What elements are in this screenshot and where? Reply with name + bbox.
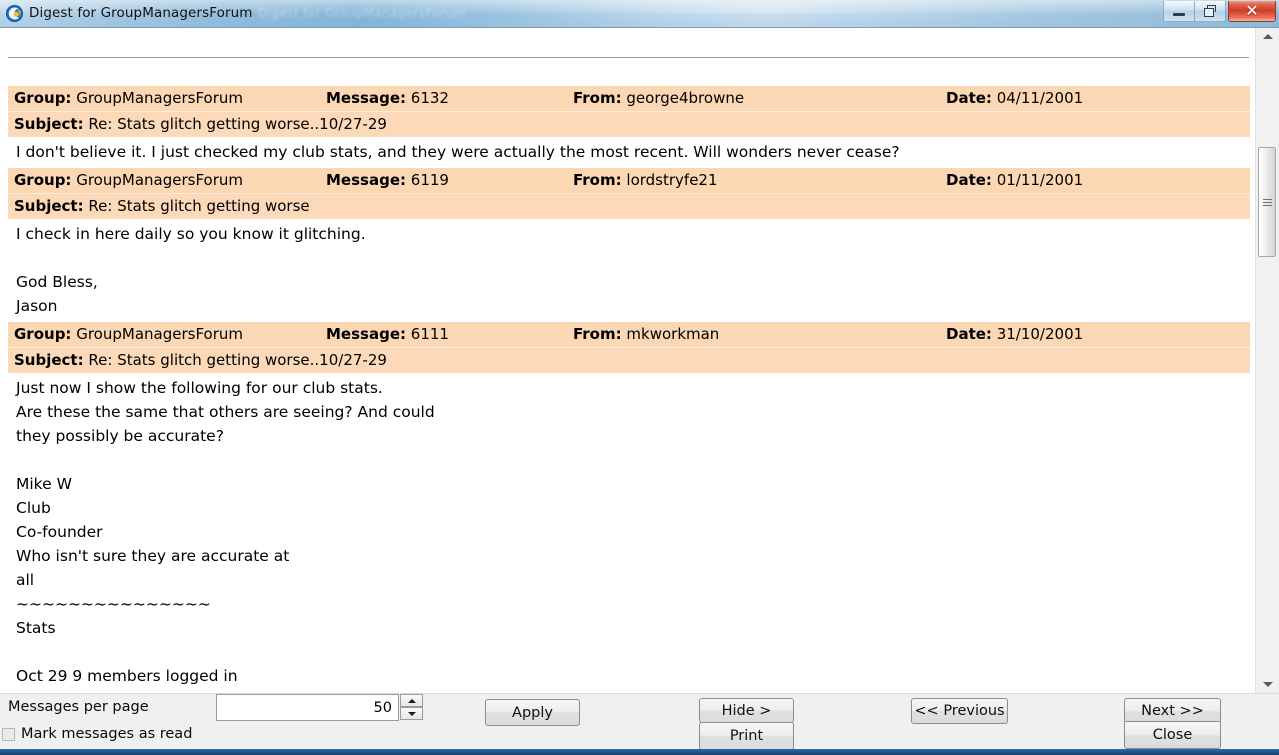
message-subject-row: Subject: Re: Stats glitch getting worse.…	[8, 111, 1250, 137]
label-message: Message:	[326, 171, 406, 189]
bottom-toolbar: Messages per page Mark messages as read …	[0, 693, 1279, 755]
restore-icon	[1203, 5, 1217, 17]
header-date: Date: 01/11/2001	[946, 168, 1083, 193]
label-message: Message:	[326, 325, 406, 343]
messages-per-page-label: Messages per page	[8, 699, 149, 715]
vertical-scrollbar[interactable]	[1255, 28, 1279, 693]
label-from: From:	[573, 325, 622, 343]
window-title: Digest for GroupManagersForum	[29, 5, 253, 21]
mark-messages-as-read-label: Mark messages as read	[21, 726, 193, 742]
label-message: Message:	[326, 89, 406, 107]
value-date: 01/11/2001	[996, 171, 1084, 189]
header-from: From: lordstryfe21	[573, 168, 718, 193]
value-date: 31/10/2001	[996, 325, 1084, 343]
previous-button[interactable]: << Previous	[911, 698, 1008, 724]
header-date: Date: 31/10/2001	[946, 322, 1083, 347]
scroll-up-button[interactable]	[1256, 28, 1279, 45]
minimize-icon	[1173, 12, 1185, 16]
window-title-ghost: Digest for GroupManagersForum	[258, 6, 466, 20]
message-header-row: Group: GroupManagersForum Message: 6111 …	[8, 322, 1250, 347]
header-from: From: george4browne	[573, 86, 744, 111]
value-group: GroupManagersForum	[76, 325, 244, 343]
minimize-button[interactable]	[1163, 1, 1194, 22]
hide-button[interactable]: Hide >	[699, 698, 794, 723]
stepper-buttons	[400, 694, 423, 721]
messages-per-page-stepper[interactable]	[216, 694, 423, 721]
content-top-spacer	[0, 28, 1255, 57]
value-message-id: 6132	[410, 89, 449, 107]
label-group: Group:	[14, 89, 72, 107]
label-subject: Subject:	[14, 115, 84, 133]
message-header-row: Group: GroupManagersForum Message: 6132 …	[8, 86, 1250, 111]
spinner-up-icon	[407, 698, 416, 703]
label-from: From:	[573, 89, 622, 107]
digest-content-pane: Group: GroupManagersForum Message: 6132 …	[0, 28, 1255, 693]
close-button[interactable]: Close	[1124, 721, 1221, 749]
scroll-down-button[interactable]	[1256, 676, 1279, 693]
message-entry: Group: GroupManagersForum Message: 6111 …	[0, 322, 1255, 692]
spinner-down-icon	[407, 711, 416, 716]
value-group: GroupManagersForum	[76, 171, 244, 189]
header-subject: Subject: Re: Stats glitch getting worse	[14, 194, 310, 219]
header-date: Date: 04/11/2001	[946, 86, 1083, 111]
header-message-id: Message: 6119	[326, 168, 449, 193]
header-message-id: Message: 6132	[326, 86, 449, 111]
message-entry: Group: GroupManagersForum Message: 6132 …	[0, 86, 1255, 168]
apply-button[interactable]: Apply	[485, 699, 580, 726]
value-from: mkworkman	[626, 325, 720, 343]
print-button[interactable]: Print	[699, 722, 794, 750]
header-message-id: Message: 6111	[326, 322, 449, 347]
header-group: Group: GroupManagersForum	[14, 322, 243, 347]
application-window: Digest for GroupManagersForum Digest for…	[0, 0, 1279, 755]
message-body: I check in here daily so you know it gli…	[8, 219, 1250, 322]
stepper-increment-button[interactable]	[400, 694, 423, 707]
scroll-up-icon	[1262, 34, 1273, 39]
stepper-decrement-button[interactable]	[400, 707, 423, 720]
label-date: Date:	[946, 89, 992, 107]
label-subject: Subject:	[14, 351, 84, 369]
label-group: Group:	[14, 325, 72, 343]
message-entry: Group: GroupManagersForum Message: 6119 …	[0, 168, 1255, 322]
taskbar-strip	[0, 749, 1279, 755]
messages-per-page-input[interactable]	[216, 694, 399, 721]
value-subject: Re: Stats glitch getting worse..10/27-29	[88, 115, 387, 133]
content-spacer	[0, 58, 1255, 86]
close-icon: ✕	[1245, 1, 1259, 20]
value-group: GroupManagersForum	[76, 89, 244, 107]
checkbox-icon[interactable]	[2, 727, 15, 741]
value-subject: Re: Stats glitch getting worse..10/27-29	[88, 351, 387, 369]
value-message-id: 6119	[410, 171, 449, 189]
mark-messages-as-read-checkbox[interactable]: Mark messages as read	[2, 725, 192, 743]
value-from: george4browne	[626, 89, 745, 107]
value-from: lordstryfe21	[626, 171, 718, 189]
header-from: From: mkworkman	[573, 322, 719, 347]
header-group: Group: GroupManagersForum	[14, 86, 243, 111]
message-body: Just now I show the following for our cl…	[8, 373, 1250, 692]
value-subject: Re: Stats glitch getting worse	[88, 197, 310, 215]
value-message-id: 6111	[410, 325, 449, 343]
label-from: From:	[573, 171, 622, 189]
title-bar: Digest for GroupManagersForum Digest for…	[0, 0, 1279, 28]
message-body: I don't believe it. I just checked my cl…	[8, 137, 1250, 168]
label-subject: Subject:	[14, 197, 84, 215]
message-subject-row: Subject: Re: Stats glitch getting worse.…	[8, 347, 1250, 373]
message-subject-row: Subject: Re: Stats glitch getting worse	[8, 193, 1250, 219]
scroll-down-icon	[1262, 682, 1273, 687]
close-window-button[interactable]: ✕	[1228, 1, 1276, 22]
grip-icon	[1262, 198, 1272, 206]
restore-button[interactable]	[1194, 1, 1226, 22]
window-controls: ✕	[1163, 0, 1279, 27]
groups-swirl-icon	[6, 5, 23, 22]
header-subject: Subject: Re: Stats glitch getting worse.…	[14, 112, 387, 137]
value-date: 04/11/2001	[996, 89, 1084, 107]
header-group: Group: GroupManagersForum	[14, 168, 243, 193]
label-date: Date:	[946, 171, 992, 189]
scrollbar-thumb[interactable]	[1258, 147, 1276, 257]
label-group: Group:	[14, 171, 72, 189]
label-date: Date:	[946, 325, 992, 343]
header-subject: Subject: Re: Stats glitch getting worse.…	[14, 348, 387, 373]
message-header-row: Group: GroupManagersForum Message: 6119 …	[8, 168, 1250, 193]
